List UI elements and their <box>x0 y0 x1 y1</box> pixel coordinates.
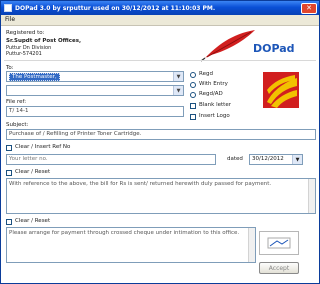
regd-radio[interactable] <box>190 72 196 78</box>
brand-title: DOPad <box>253 42 295 55</box>
dated-label: dated <box>227 156 243 162</box>
to-second-combobox[interactable]: ▼ <box>6 85 184 96</box>
insert-ref-label: Clear / Insert Ref No <box>15 144 71 150</box>
subject-input[interactable]: Purchase of / Refilling of Printer Toner… <box>6 129 316 140</box>
body2-reset-label: Clear / Reset <box>15 218 51 224</box>
file-ref-input[interactable]: T/ 14-1 <box>6 106 184 117</box>
registered-to-label: Registered to: <box>6 30 45 36</box>
title-bar: DOPad 3.0 by srputtur used on 30/12/2012… <box>1 1 319 15</box>
body1-reset-label: Clear / Reset <box>15 169 51 175</box>
to-combobox[interactable]: The Postmaster, ▼ <box>6 71 184 82</box>
blank-letter-label: Blank letter <box>199 102 231 108</box>
logo-preview <box>259 231 299 255</box>
file-ref-label: File ref: <box>6 99 27 105</box>
ref-number-input[interactable]: Your letter no. <box>6 154 216 165</box>
regd-ad-radio[interactable] <box>190 92 196 98</box>
chevron-down-icon[interactable]: ▼ <box>173 86 183 95</box>
chevron-down-icon[interactable]: ▼ <box>173 72 183 81</box>
window-title: DOPad 3.0 by srputtur used on 30/12/2012… <box>15 4 216 12</box>
insert-ref-checkbox[interactable] <box>6 145 12 151</box>
org-line1: Sr.Supdt of Post Offices, <box>6 38 82 44</box>
regd-label: Regd <box>199 71 213 77</box>
body1-reset-checkbox[interactable] <box>6 170 12 176</box>
accept-button[interactable]: Accept <box>259 262 299 274</box>
menu-file[interactable]: File <box>5 16 15 23</box>
feather-pen-icon <box>200 30 255 62</box>
chevron-down-icon[interactable]: ▼ <box>292 155 302 164</box>
regd-ad-label: Regd/AD <box>199 91 223 97</box>
date-value: 30/12/2012 <box>252 156 284 162</box>
insert-logo-checkbox[interactable] <box>190 114 196 120</box>
blank-letter-checkbox[interactable] <box>190 103 196 109</box>
to-selected-value: The Postmaster, <box>9 73 60 81</box>
with-entry-radio[interactable] <box>190 82 196 88</box>
subject-label: Subject: <box>6 122 29 128</box>
app-window: DOPad 3.0 by srputtur used on 30/12/2012… <box>0 0 320 284</box>
menu-bar: File <box>1 15 319 26</box>
insert-logo-label: Insert Logo <box>199 113 230 119</box>
stamp-icon <box>267 237 291 249</box>
main-panel: Registered to: Sr.Supdt of Post Offices,… <box>1 26 319 283</box>
close-button[interactable]: ✕ <box>301 2 317 14</box>
body-text-2[interactable]: Please arrange for payment through cross… <box>6 227 256 263</box>
body-text-1[interactable]: With reference to the above, the bill fo… <box>6 178 316 214</box>
india-post-logo <box>263 72 299 108</box>
with-entry-label: With Entry <box>199 81 228 87</box>
app-icon <box>4 4 12 12</box>
body2-reset-checkbox[interactable] <box>6 219 12 225</box>
date-picker[interactable]: 30/12/2012 ▼ <box>249 154 303 165</box>
org-line3: Puttur-574201 <box>6 51 42 57</box>
